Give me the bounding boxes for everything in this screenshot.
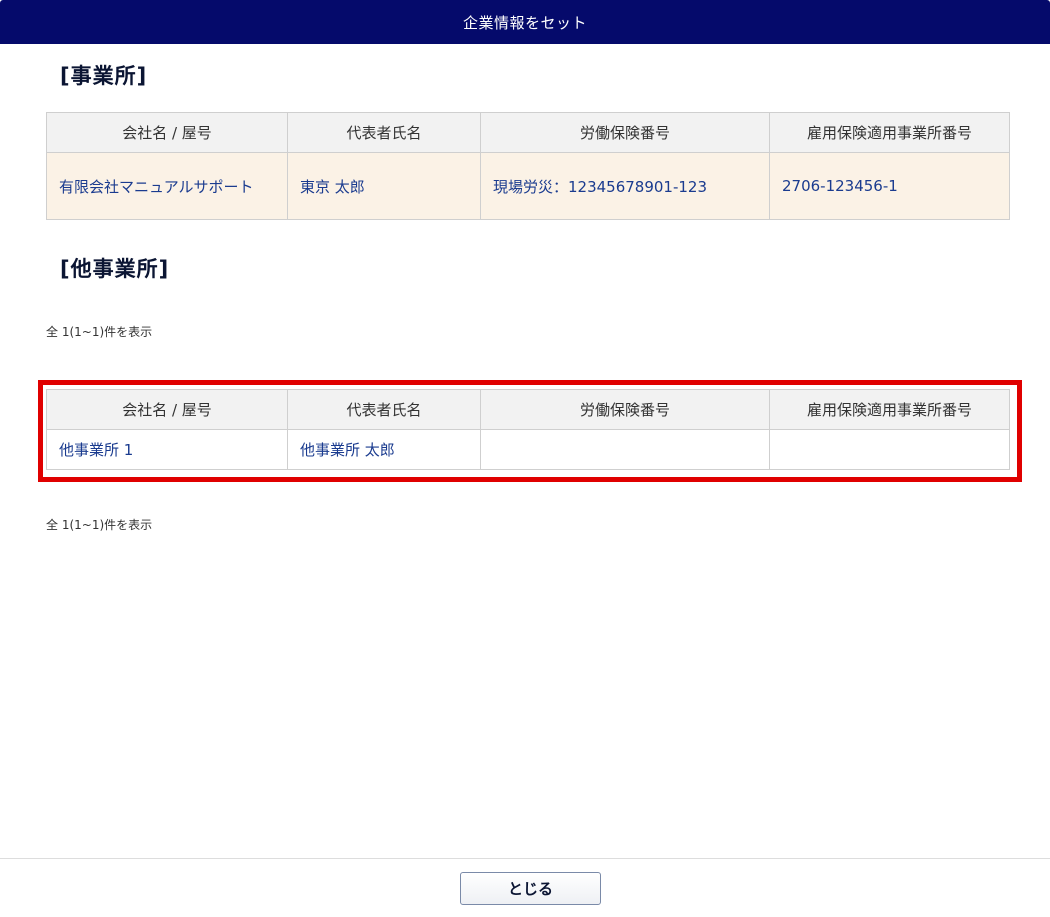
column-header-labor-insurance: 労働保険番号 <box>480 389 770 430</box>
labor-insurance-no-cell[interactable] <box>480 429 770 470</box>
column-header-employment-insurance: 雇用保険適用事業所番号 <box>769 112 1010 153</box>
other-offices-heading: [他事業所] <box>60 257 170 281</box>
offices-header-row: 会社名 / 屋号 代表者氏名 労働保険番号 雇用保険適用事業所番号 <box>46 112 1010 153</box>
column-header-company: 会社名 / 屋号 <box>46 389 288 430</box>
column-header-representative: 代表者氏名 <box>287 389 481 430</box>
representative-link[interactable]: 他事業所 太郎 <box>300 441 395 459</box>
footer-divider <box>0 858 1050 859</box>
other-offices-header-row: 会社名 / 屋号 代表者氏名 労働保険番号 雇用保険適用事業所番号 <box>46 389 1010 430</box>
employment-insurance-no-link[interactable]: 2706-123456-1 <box>782 177 898 195</box>
labor-insurance-no-link[interactable]: 現場労災：12345678901-123 <box>493 178 707 196</box>
column-header-company: 会社名 / 屋号 <box>46 112 288 153</box>
dialog-title: 企業情報をセット <box>462 13 587 32</box>
column-header-employment-insurance: 雇用保険適用事業所番号 <box>769 389 1010 430</box>
column-header-labor-insurance: 労働保険番号 <box>480 112 770 153</box>
offices-table: 会社名 / 屋号 代表者氏名 労働保険番号 雇用保険適用事業所番号 有限会社マニ… <box>46 112 1010 220</box>
table-row[interactable]: 有限会社マニュアルサポート 東京 太郎 現場労災：12345678901-123… <box>46 152 1010 220</box>
company-name-link[interactable]: 有限会社マニュアルサポート <box>59 178 254 196</box>
employment-insurance-no-cell[interactable] <box>769 429 1010 470</box>
close-button[interactable]: とじる <box>460 872 601 905</box>
representative-link[interactable]: 東京 太郎 <box>300 178 365 196</box>
company-name-link[interactable]: 他事業所 1 <box>59 441 133 459</box>
offices-heading: [事業所] <box>60 64 148 88</box>
other-offices-table: 会社名 / 屋号 代表者氏名 労働保険番号 雇用保険適用事業所番号 他事業所 1… <box>46 389 1010 470</box>
result-count-top: 全 1(1~1)件を表示 <box>46 325 153 339</box>
result-count-bottom: 全 1(1~1)件を表示 <box>46 518 153 532</box>
column-header-representative: 代表者氏名 <box>287 112 481 153</box>
table-row[interactable]: 他事業所 1 他事業所 太郎 <box>46 429 1010 470</box>
dialog-title-bar: 企業情報をセット <box>0 0 1050 44</box>
